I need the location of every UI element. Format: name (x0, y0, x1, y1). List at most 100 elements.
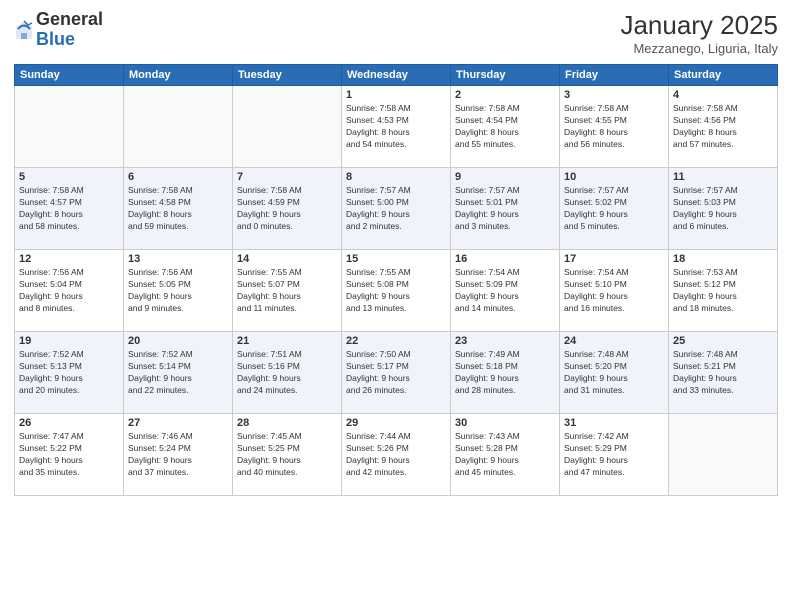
logo: General Blue (14, 10, 103, 50)
day-number: 31 (564, 417, 664, 429)
day-info: Sunrise: 7:58 AM Sunset: 4:55 PM Dayligh… (564, 103, 664, 151)
day-info: Sunrise: 7:48 AM Sunset: 5:21 PM Dayligh… (673, 349, 773, 397)
table-row: 21 Sunrise: 7:51 AM Sunset: 5:16 PM Dayli… (233, 332, 342, 414)
logo-general: General (36, 9, 103, 29)
table-row: 17 Sunrise: 7:54 AM Sunset: 5:10 PM Dayli… (560, 250, 669, 332)
day-number: 24 (564, 335, 664, 347)
day-number: 5 (19, 171, 119, 183)
day-info: Sunrise: 7:58 AM Sunset: 4:58 PM Dayligh… (128, 185, 228, 233)
table-row: 20 Sunrise: 7:52 AM Sunset: 5:14 PM Dayli… (124, 332, 233, 414)
day-info: Sunrise: 7:55 AM Sunset: 5:08 PM Dayligh… (346, 267, 446, 315)
th-tuesday: Tuesday (233, 65, 342, 86)
day-info: Sunrise: 7:46 AM Sunset: 5:24 PM Dayligh… (128, 431, 228, 479)
table-row: 30Sunrise: 7:43 AM Sunset: 5:28 PM Dayli… (451, 414, 560, 496)
table-row: 8 Sunrise: 7:57 AM Sunset: 5:00 PM Daylig… (342, 168, 451, 250)
table-row: 26Sunrise: 7:47 AM Sunset: 5:22 PM Dayli… (15, 414, 124, 496)
day-info: Sunrise: 7:58 AM Sunset: 4:54 PM Dayligh… (455, 103, 555, 151)
table-row: 11 Sunrise: 7:57 AM Sunset: 5:03 PM Dayli… (669, 168, 778, 250)
day-info: Sunrise: 7:53 AM Sunset: 5:12 PM Dayligh… (673, 267, 773, 315)
day-number: 15 (346, 253, 446, 265)
table-row: 6 Sunrise: 7:58 AM Sunset: 4:58 PM Daylig… (124, 168, 233, 250)
calendar-week-row: 12 Sunrise: 7:56 AM Sunset: 5:04 PM Dayli… (15, 250, 778, 332)
day-number: 7 (237, 171, 337, 183)
table-row: 22Sunrise: 7:50 AM Sunset: 5:17 PM Dayli… (342, 332, 451, 414)
header: General Blue January 2025 Mezzanego, Lig… (14, 10, 778, 56)
location: Mezzanego, Liguria, Italy (620, 41, 778, 56)
table-row: 13 Sunrise: 7:56 AM Sunset: 5:05 PM Dayli… (124, 250, 233, 332)
day-number: 16 (455, 253, 555, 265)
day-info: Sunrise: 7:51 AM Sunset: 5:16 PM Dayligh… (237, 349, 337, 397)
day-number: 29 (346, 417, 446, 429)
day-info: Sunrise: 7:56 AM Sunset: 5:04 PM Dayligh… (19, 267, 119, 315)
day-info: Sunrise: 7:52 AM Sunset: 5:14 PM Dayligh… (128, 349, 228, 397)
table-row: 4 Sunrise: 7:58 AM Sunset: 4:56 PM Daylig… (669, 86, 778, 168)
day-info: Sunrise: 7:42 AM Sunset: 5:29 PM Dayligh… (564, 431, 664, 479)
day-info: Sunrise: 7:57 AM Sunset: 5:01 PM Dayligh… (455, 185, 555, 233)
th-friday: Friday (560, 65, 669, 86)
day-number: 12 (19, 253, 119, 265)
day-number: 21 (237, 335, 337, 347)
table-row: 2 Sunrise: 7:58 AM Sunset: 4:54 PM Daylig… (451, 86, 560, 168)
calendar-week-row: 5 Sunrise: 7:58 AM Sunset: 4:57 PM Daylig… (15, 168, 778, 250)
table-row: 27 Sunrise: 7:46 AM Sunset: 5:24 PM Dayli… (124, 414, 233, 496)
day-number: 25 (673, 335, 773, 347)
day-info: Sunrise: 7:54 AM Sunset: 5:10 PM Dayligh… (564, 267, 664, 315)
table-row (15, 86, 124, 168)
day-number: 9 (455, 171, 555, 183)
day-info: Sunrise: 7:57 AM Sunset: 5:03 PM Dayligh… (673, 185, 773, 233)
logo-text: General Blue (36, 10, 103, 50)
day-number: 4 (673, 89, 773, 101)
day-number: 27 (128, 417, 228, 429)
calendar-week-row: 19 Sunrise: 7:52 AM Sunset: 5:13 PM Dayli… (15, 332, 778, 414)
th-sunday: Sunday (15, 65, 124, 86)
calendar-body: 1Sunrise: 7:58 AM Sunset: 4:53 PM Daylig… (15, 86, 778, 496)
day-number: 6 (128, 171, 228, 183)
day-number: 11 (673, 171, 773, 183)
table-row: 29Sunrise: 7:44 AM Sunset: 5:26 PM Dayli… (342, 414, 451, 496)
day-number: 30 (455, 417, 555, 429)
day-number: 28 (237, 417, 337, 429)
table-row (124, 86, 233, 168)
day-info: Sunrise: 7:57 AM Sunset: 5:00 PM Dayligh… (346, 185, 446, 233)
logo-icon (14, 19, 34, 41)
table-row: 31 Sunrise: 7:42 AM Sunset: 5:29 PM Dayli… (560, 414, 669, 496)
day-info: Sunrise: 7:55 AM Sunset: 5:07 PM Dayligh… (237, 267, 337, 315)
calendar: Sunday Monday Tuesday Wednesday Thursday… (14, 64, 778, 496)
day-info: Sunrise: 7:49 AM Sunset: 5:18 PM Dayligh… (455, 349, 555, 397)
table-row: 10Sunrise: 7:57 AM Sunset: 5:02 PM Dayli… (560, 168, 669, 250)
day-info: Sunrise: 7:58 AM Sunset: 4:53 PM Dayligh… (346, 103, 446, 151)
day-number: 20 (128, 335, 228, 347)
table-row: 25 Sunrise: 7:48 AM Sunset: 5:21 PM Dayli… (669, 332, 778, 414)
day-number: 22 (346, 335, 446, 347)
table-row: 16Sunrise: 7:54 AM Sunset: 5:09 PM Dayli… (451, 250, 560, 332)
day-number: 13 (128, 253, 228, 265)
day-info: Sunrise: 7:58 AM Sunset: 4:57 PM Dayligh… (19, 185, 119, 233)
table-row: 15 Sunrise: 7:55 AM Sunset: 5:08 PM Dayli… (342, 250, 451, 332)
day-info: Sunrise: 7:58 AM Sunset: 4:56 PM Dayligh… (673, 103, 773, 151)
day-info: Sunrise: 7:45 AM Sunset: 5:25 PM Dayligh… (237, 431, 337, 479)
day-info: Sunrise: 7:56 AM Sunset: 5:05 PM Dayligh… (128, 267, 228, 315)
table-row: 28 Sunrise: 7:45 AM Sunset: 5:25 PM Dayli… (233, 414, 342, 496)
day-number: 19 (19, 335, 119, 347)
day-info: Sunrise: 7:57 AM Sunset: 5:02 PM Dayligh… (564, 185, 664, 233)
weekday-header-row: Sunday Monday Tuesday Wednesday Thursday… (15, 65, 778, 86)
title-block: January 2025 Mezzanego, Liguria, Italy (620, 10, 778, 56)
table-row: 14Sunrise: 7:55 AM Sunset: 5:07 PM Dayli… (233, 250, 342, 332)
th-thursday: Thursday (451, 65, 560, 86)
day-number: 3 (564, 89, 664, 101)
table-row: 5 Sunrise: 7:58 AM Sunset: 4:57 PM Daylig… (15, 168, 124, 250)
day-number: 2 (455, 89, 555, 101)
logo-blue: Blue (36, 29, 75, 49)
table-row: 9 Sunrise: 7:57 AM Sunset: 5:01 PM Daylig… (451, 168, 560, 250)
table-row: 12 Sunrise: 7:56 AM Sunset: 5:04 PM Dayli… (15, 250, 124, 332)
table-row (669, 414, 778, 496)
day-number: 23 (455, 335, 555, 347)
table-row: 7Sunrise: 7:58 AM Sunset: 4:59 PM Daylig… (233, 168, 342, 250)
table-row: 23 Sunrise: 7:49 AM Sunset: 5:18 PM Dayli… (451, 332, 560, 414)
table-row: 24Sunrise: 7:48 AM Sunset: 5:20 PM Dayli… (560, 332, 669, 414)
day-number: 17 (564, 253, 664, 265)
table-row (233, 86, 342, 168)
day-number: 8 (346, 171, 446, 183)
day-info: Sunrise: 7:52 AM Sunset: 5:13 PM Dayligh… (19, 349, 119, 397)
th-wednesday: Wednesday (342, 65, 451, 86)
